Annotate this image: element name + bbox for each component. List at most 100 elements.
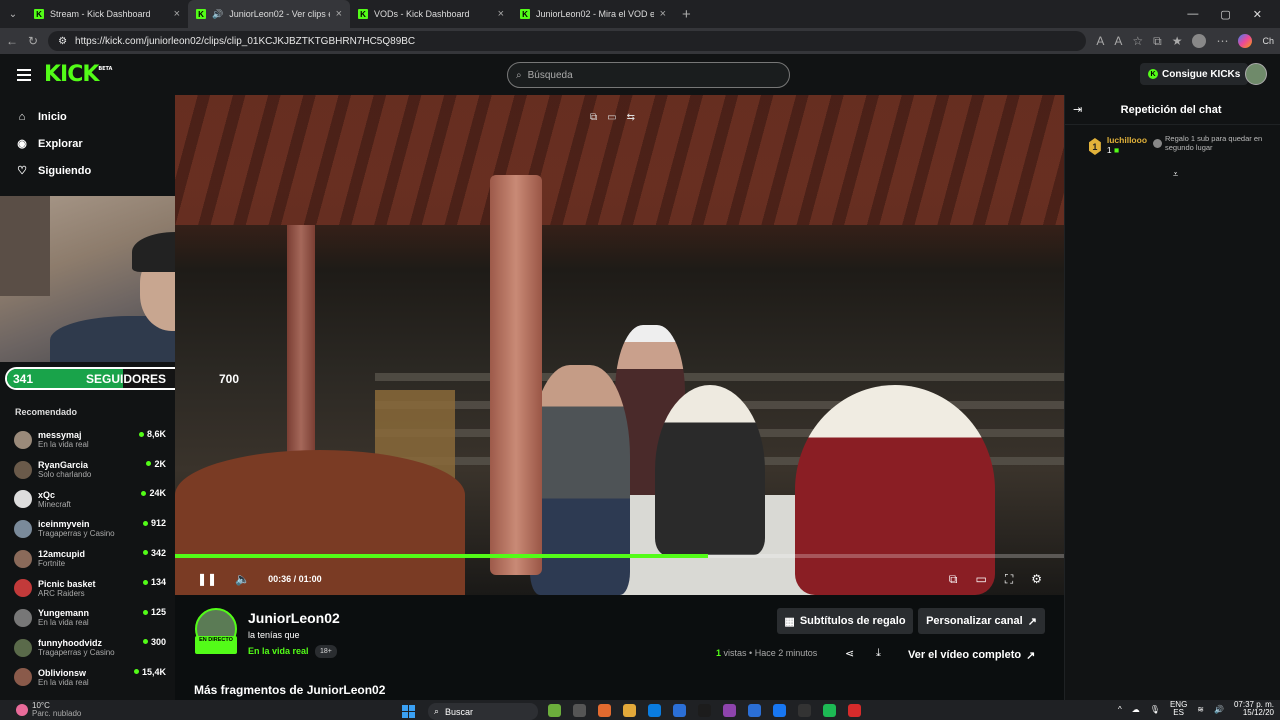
instagram-icon[interactable] xyxy=(723,704,736,717)
wifi-icon[interactable]: ≋ xyxy=(1197,705,1204,714)
tab-search-button[interactable]: ⌄ xyxy=(0,0,26,28)
chat-panel: ⇥ Repetición del chat 1 luchillooo 1 ■ R… xyxy=(1064,95,1280,700)
sidebar-item-explore[interactable]: ◉ Explorar xyxy=(0,130,175,157)
weather-widget[interactable]: 10°C Parc. nublado xyxy=(16,702,81,718)
outlook-icon[interactable] xyxy=(748,704,761,717)
browser-tab[interactable]: K VODs - Kick Dashboard × xyxy=(350,0,512,28)
close-icon[interactable]: × xyxy=(498,8,504,20)
recommended-channel[interactable]: messymaj En la vida real 8,6K xyxy=(14,425,166,455)
live-dot-icon xyxy=(142,520,148,526)
download-icon[interactable]: ⤓ xyxy=(876,647,881,660)
theater-mode-icon[interactable]: ▭ xyxy=(975,572,986,587)
kick-favicon-icon: K xyxy=(358,9,368,19)
recommended-channel[interactable]: Picnic basket ARC Raiders 134 xyxy=(14,573,166,603)
heart-icon: ♡ xyxy=(17,165,27,177)
browser-tab-active[interactable]: K 🔊 JuniorLeon02 - Ver clips en Ki × xyxy=(188,0,350,28)
tray-overflow-icon[interactable]: ^ xyxy=(1118,705,1122,714)
expand-pinned-icon[interactable]: ⩡ xyxy=(1173,169,1178,180)
mic-icon[interactable]: 🎙 xyxy=(1150,705,1160,714)
extensions-icon[interactable]: ⧉ xyxy=(1153,34,1162,49)
creative-cloud-icon[interactable] xyxy=(848,704,861,717)
volume-tray-icon[interactable]: 🔊 xyxy=(1214,705,1224,714)
recommended-channel[interactable]: xQc Minecraft 24K xyxy=(14,484,166,514)
pause-icon[interactable]: ❚❚ xyxy=(197,572,217,586)
channel-category[interactable]: En la vida real xyxy=(248,646,309,656)
volume-icon[interactable]: 🔈 xyxy=(235,572,250,586)
reload-icon[interactable]: ↻ xyxy=(28,34,38,48)
settings-icon[interactable]: ⚙ xyxy=(1031,572,1042,587)
user-avatar[interactable] xyxy=(1245,63,1267,85)
minimize-icon[interactable]: — xyxy=(1187,8,1198,21)
app-icon[interactable] xyxy=(548,704,561,717)
channel-category: Tragaperras y Casino xyxy=(38,648,115,658)
speaker-icon[interactable]: 🔊 xyxy=(212,9,223,20)
url-field[interactable]: ⚙ https://kick.com/juniorleon02/clips/cl… xyxy=(48,31,1087,51)
task-view-icon[interactable] xyxy=(573,704,586,717)
tab-label: VODs - Kick Dashboard xyxy=(374,9,470,19)
onedrive-icon[interactable]: ☁ xyxy=(1132,705,1140,714)
window-close-icon[interactable]: ✕ xyxy=(1253,8,1262,21)
spotify-icon[interactable] xyxy=(823,704,836,717)
browser-tab[interactable]: K Stream - Kick Dashboard × xyxy=(26,0,188,28)
taskbar-search[interactable]: ⌕ Buscar xyxy=(428,703,538,720)
gift-subs-button[interactable]: ▦ Subtítulos de regalo xyxy=(777,608,913,634)
close-icon[interactable]: × xyxy=(174,8,180,20)
collapse-chat-icon[interactable]: ⇥ xyxy=(1073,103,1082,116)
sidebar-item-home[interactable]: ⌂ Inicio xyxy=(0,103,175,130)
video-progress-bar[interactable] xyxy=(175,554,1064,558)
maximize-icon[interactable]: ▢ xyxy=(1220,8,1230,21)
cast-icon[interactable]: ▭ xyxy=(607,112,616,123)
external-link-icon: ↗ xyxy=(1027,615,1037,628)
viewer-count: 24K xyxy=(141,488,166,498)
recommended-channel[interactable]: Oblivionsw En la vida real 15,4K xyxy=(14,663,166,693)
recommended-channel[interactable]: 12amcupid Fortnite 342 xyxy=(14,544,166,574)
new-tab-button[interactable]: + xyxy=(674,6,699,23)
video-player[interactable] xyxy=(175,95,1064,595)
favorites-icon[interactable]: ★ xyxy=(1172,34,1183,48)
terminal-icon[interactable] xyxy=(698,704,711,717)
store-icon[interactable] xyxy=(673,704,686,717)
pip-icon[interactable]: ⧉ xyxy=(590,112,597,123)
search-input[interactable]: ⌕ Búsqueda xyxy=(507,62,790,88)
live-dot-icon xyxy=(142,639,148,645)
sidebar-item-following[interactable]: ♡ Siguiendo xyxy=(0,157,175,184)
copilot-icon[interactable] xyxy=(1238,34,1253,48)
customize-channel-button[interactable]: Personalizar canal ↗ xyxy=(918,608,1045,634)
recommended-channel[interactable]: RyanGarcia Solo charlando 2K xyxy=(14,455,166,485)
facebook-icon[interactable] xyxy=(773,704,786,717)
share-icon[interactable]: ⋖ xyxy=(845,647,854,660)
close-icon[interactable]: × xyxy=(660,8,666,20)
language-indicator[interactable]: ENG ES xyxy=(1170,701,1187,717)
more-menu-icon[interactable]: ⋯ xyxy=(1216,34,1228,48)
hamburger-menu-icon[interactable] xyxy=(17,68,31,81)
close-icon[interactable]: × xyxy=(336,8,342,20)
chat-header: ⇥ Repetición del chat xyxy=(1065,95,1280,125)
channel-name[interactable]: JuniorLeon02 xyxy=(248,610,340,626)
kick-logo[interactable]: KICK BETA xyxy=(44,62,112,87)
gift-username[interactable]: luchillooo xyxy=(1107,135,1147,145)
profile-avatar[interactable] xyxy=(1192,34,1207,48)
taskbar-clock[interactable]: 07:37 p. m. 15/12/20 xyxy=(1234,701,1274,717)
translate-icon[interactable]: A xyxy=(1096,34,1104,48)
mini-player-icon[interactable]: ⧉ xyxy=(949,572,958,587)
site-info-icon[interactable]: ⚙ xyxy=(58,36,67,47)
recommended-channel[interactable]: Yungemann En la vida real 125 xyxy=(14,603,166,633)
windows-start-icon[interactable] xyxy=(402,705,415,718)
favorite-star-icon[interactable]: ☆ xyxy=(1132,34,1143,48)
read-aloud-icon[interactable]: A xyxy=(1114,34,1122,48)
browser-tab-bar: ⌄ K Stream - Kick Dashboard × K 🔊 Junior… xyxy=(0,0,1280,28)
get-kicks-button[interactable]: K Consigue KICKs xyxy=(1140,63,1249,85)
translate-icon[interactable]: ⇆ xyxy=(627,112,635,123)
fullscreen-icon[interactable]: ⛶ xyxy=(1005,572,1013,587)
recommended-channel[interactable]: funnyhoodvidz Tragaperras y Casino 300 xyxy=(14,633,166,663)
watch-full-video-button[interactable]: Ver el vídeo completo ↗ xyxy=(902,644,1041,666)
channel-avatar xyxy=(14,668,32,687)
recommended-channel[interactable]: iceinmyvein Tragaperras y Casino 912 xyxy=(14,514,166,544)
edge-icon[interactable] xyxy=(648,704,661,717)
back-icon[interactable]: ← xyxy=(6,34,18,48)
browser-tab[interactable]: K JuniorLeon02 - Mira el VOD en Kic × xyxy=(512,0,674,28)
chrome-icon[interactable] xyxy=(798,704,811,717)
file-explorer-icon[interactable] xyxy=(623,704,636,717)
copilot-app-icon[interactable] xyxy=(598,704,611,717)
more-clips-title: Más fragmentos de JuniorLeon02 xyxy=(194,683,386,697)
